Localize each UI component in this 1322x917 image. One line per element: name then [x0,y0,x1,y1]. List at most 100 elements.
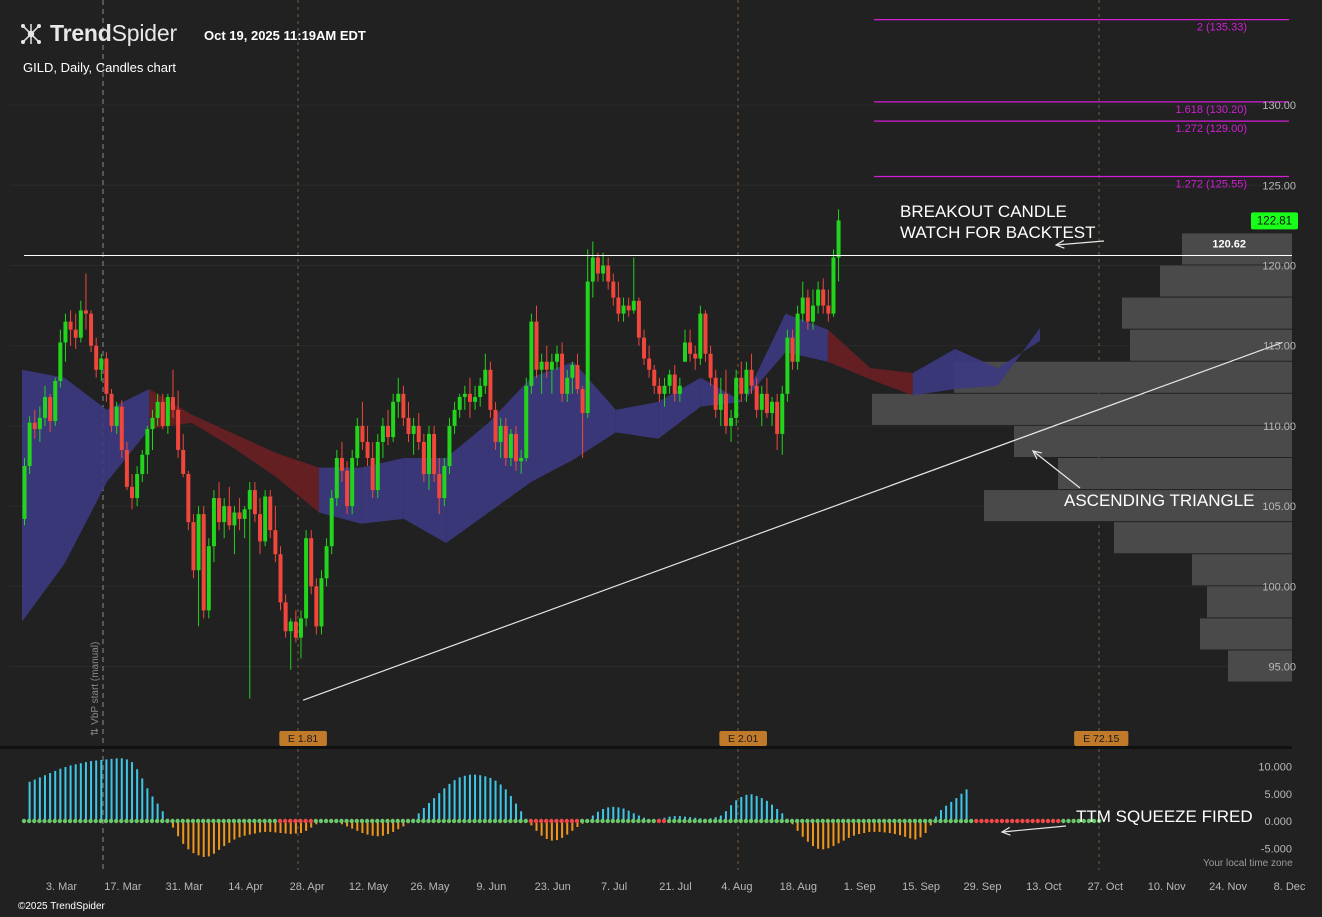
candle-body[interactable] [816,289,821,306]
candle-body[interactable] [636,300,641,338]
candle-body[interactable] [462,393,467,398]
candle-body[interactable] [616,297,621,314]
candle-body[interactable] [401,393,406,418]
candle-body[interactable] [53,380,58,422]
candle-body[interactable] [314,586,319,627]
candle-body[interactable] [657,385,662,394]
candle-body[interactable] [48,397,53,422]
candle-body[interactable] [288,621,293,632]
candle-body[interactable] [370,457,375,491]
candle-body[interactable] [770,401,775,414]
candle-body[interactable] [831,257,836,314]
candle-body[interactable] [78,310,83,338]
candle-body[interactable] [114,406,119,426]
candle-body[interactable] [688,342,693,354]
pane-divider[interactable] [0,746,1292,749]
candle-body[interactable] [790,337,795,362]
candle-body[interactable] [211,498,216,547]
candle-body[interactable] [68,321,73,330]
candle-body[interactable] [334,457,339,499]
candle-body[interactable] [508,433,513,458]
candle-body[interactable] [514,433,519,462]
candle-body[interactable] [237,512,242,519]
candle-body[interactable] [135,474,140,499]
candle-body[interactable] [406,417,411,434]
candle-body[interactable] [580,389,585,414]
candle-body[interactable] [145,429,150,455]
candle-body[interactable] [258,514,263,542]
candle-body[interactable] [785,337,790,394]
candle-body[interactable] [606,265,611,282]
candle-body[interactable] [452,409,457,426]
candle-body[interactable] [186,474,191,523]
candle-body[interactable] [426,433,431,475]
candle-body[interactable] [595,257,600,274]
candle-body[interactable] [621,305,626,314]
candle-body[interactable] [718,393,723,410]
candle-body[interactable] [764,393,769,414]
candle-body[interactable] [488,369,493,410]
candle-body[interactable] [631,300,636,311]
candle-body[interactable] [176,409,181,450]
candle-body[interactable] [365,441,370,458]
price-chart[interactable]: 120.62 2 (135.33) 1.618 (130.20) 1.272 (129… [0,0,1322,917]
candle-body[interactable] [457,397,462,410]
candle-body[interactable] [810,305,815,322]
candle-body[interactable] [140,454,145,475]
candle-body[interactable] [411,425,416,434]
candle-body[interactable] [63,321,68,343]
candle-body[interactable] [247,490,252,510]
candle-body[interactable] [498,425,503,442]
candle-body[interactable] [278,554,283,603]
candle-body[interactable] [626,305,631,311]
candle-body[interactable] [744,369,749,394]
candle-body[interactable] [252,490,257,515]
candle-body[interactable] [585,281,590,414]
candle-body[interactable] [191,522,196,571]
candle-body[interactable] [708,353,713,378]
candle-body[interactable] [662,385,667,394]
candle-body[interactable] [345,470,350,507]
candle-body[interactable] [729,417,734,426]
candle-body[interactable] [647,358,652,370]
candle-body[interactable] [493,409,498,442]
candle-body[interactable] [693,353,698,359]
candle-body[interactable] [94,345,99,370]
candle-body[interactable] [89,313,94,346]
candle-body[interactable] [298,618,303,638]
candle-body[interactable] [652,369,657,386]
candle-body[interactable] [416,425,421,442]
candle-body[interactable] [723,393,728,426]
candle-body[interactable] [329,498,334,547]
candle-body[interactable] [42,397,47,418]
candle-body[interactable] [99,358,104,370]
candle-body[interactable] [519,457,524,462]
candle-body[interactable] [73,329,78,338]
candle-body[interactable] [339,457,344,471]
candle-body[interactable] [739,377,744,394]
candle-body[interactable] [165,397,170,426]
candle-body[interactable] [309,538,314,587]
candle-body[interactable] [170,397,175,410]
candle-body[interactable] [682,342,687,362]
candle-body[interactable] [734,377,739,418]
candle-body[interactable] [391,401,396,438]
candle-body[interactable] [467,393,472,402]
candle-body[interactable] [360,425,365,442]
candle-body[interactable] [821,289,826,306]
candle-body[interactable] [601,265,606,274]
candle-body[interactable] [642,337,647,359]
candle-body[interactable] [775,401,780,434]
candle-body[interactable] [104,358,109,394]
candle-body[interactable] [560,353,565,394]
candle-body[interactable] [611,281,616,298]
candle-body[interactable] [575,364,580,390]
candle-body[interactable] [124,449,129,487]
candle-body[interactable] [749,369,754,386]
candle-body[interactable] [529,321,534,386]
candle-body[interactable] [242,509,247,519]
candle-body[interactable] [703,313,708,354]
candle-body[interactable] [181,449,186,475]
candle-body[interactable] [222,506,227,523]
candle-body[interactable] [119,406,124,450]
